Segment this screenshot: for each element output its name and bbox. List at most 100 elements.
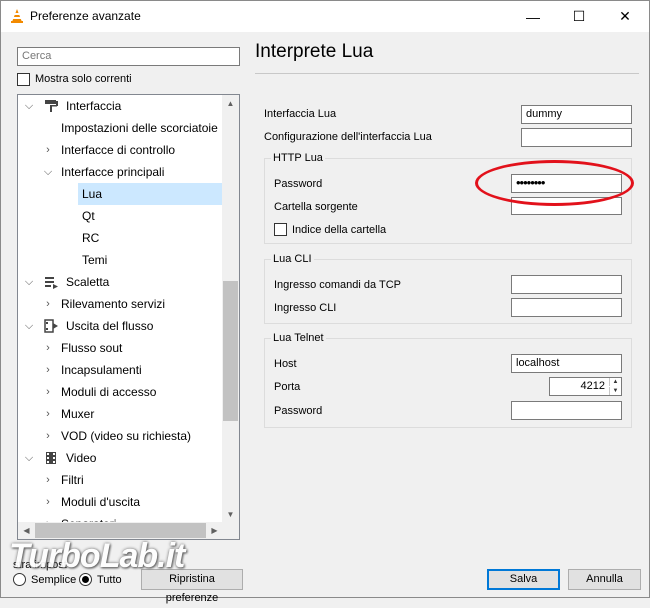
tree-item-shortcuts[interactable]: Impostazioni delle scorciatoie xyxy=(18,117,223,139)
video-film-icon xyxy=(46,452,56,464)
source-dir-label: Cartella sorgente xyxy=(274,201,358,213)
lua-cli-group-title: Lua CLI xyxy=(271,253,314,265)
lua-telnet-group-title: Lua Telnet xyxy=(271,332,326,344)
paint-roller-icon xyxy=(45,100,58,112)
window-title: Preferenze avanzate xyxy=(30,9,141,23)
title-divider xyxy=(255,73,639,74)
tree-item-label: Moduli d'uscita xyxy=(61,495,140,509)
chevron-right-icon[interactable]: › xyxy=(42,469,54,491)
tree-item-label: Scaletta xyxy=(66,275,110,289)
scrollbar-thumb[interactable] xyxy=(35,523,207,538)
chevron-down-icon[interactable]: ⌵ xyxy=(23,95,35,117)
chevron-right-icon[interactable]: › xyxy=(42,381,54,403)
chevron-down-icon[interactable]: ⌵ xyxy=(23,447,35,469)
show-current-checkbox[interactable] xyxy=(17,73,30,86)
tcp-input-label: Ingresso comandi da TCP xyxy=(274,279,401,291)
cancel-button[interactable]: Annulla xyxy=(568,569,641,590)
spin-up-icon[interactable]: ▲ xyxy=(609,378,621,386)
tree-item-muxers[interactable]: › Incapsulamenti xyxy=(18,359,223,381)
tree-item-label: Lua xyxy=(82,187,103,201)
close-icon: ✕ xyxy=(619,8,631,24)
tree-item-qt[interactable]: Qt xyxy=(18,205,223,227)
telnet-password-input[interactable] xyxy=(511,401,622,420)
save-button[interactable]: Salva xyxy=(487,569,560,590)
cli-input-field[interactable] xyxy=(511,298,622,317)
tree-item-sout[interactable]: › Flusso sout xyxy=(18,337,223,359)
port-spinbox[interactable]: 4212 ▲ ▼ xyxy=(549,377,622,396)
chevron-right-icon[interactable]: › xyxy=(42,359,54,381)
tree-item-label: Video xyxy=(66,451,97,465)
tree-item-label: Muxer xyxy=(61,407,95,421)
tree-item-label: Moduli di accesso xyxy=(61,385,157,399)
tree-item-label: Interfaccia xyxy=(66,99,122,113)
chevron-down-icon[interactable]: ⌵ xyxy=(23,271,35,293)
tree-vertical-scrollbar[interactable]: ▲ ▼ xyxy=(222,95,239,523)
chevron-right-icon[interactable]: › xyxy=(42,491,54,513)
chevron-right-icon[interactable]: › xyxy=(42,139,54,161)
tcp-input-field[interactable] xyxy=(511,275,622,294)
tree-item-lua[interactable]: Lua xyxy=(78,183,223,205)
host-input[interactable]: localhost xyxy=(511,354,622,373)
dir-index-label: Indice della cartella xyxy=(292,224,387,236)
preferences-window: Preferenze avanzate — ☐ ✕ Cerca Mostra s… xyxy=(0,0,650,604)
tree-item-label: Rilevamento servizi xyxy=(61,297,166,311)
telnet-password-label: Password xyxy=(274,405,323,417)
tree-item-label: Interfacce di controllo xyxy=(61,143,176,157)
scrollbar-thumb[interactable] xyxy=(223,281,238,421)
chevron-down-icon[interactable]: ⌵ xyxy=(23,315,35,337)
dir-index-checkbox[interactable] xyxy=(274,223,287,236)
lua-interface-input[interactable]: dummy xyxy=(521,105,632,124)
tree-item-label: Filtri xyxy=(61,473,84,487)
http-lua-group-title: HTTP Lua xyxy=(271,152,325,164)
tree-item-filters[interactable]: › Filtri xyxy=(18,469,223,491)
scroll-up-icon[interactable]: ▲ xyxy=(222,95,239,112)
show-current-label: Mostra solo correnti xyxy=(35,73,132,85)
tree-item-service-discovery[interactable]: › Rilevamento servizi xyxy=(18,293,223,315)
chevron-right-icon[interactable]: › xyxy=(42,425,54,447)
tree-item-muxer[interactable]: › Muxer xyxy=(18,403,223,425)
close-button[interactable]: ✕ xyxy=(602,1,648,32)
tree-item-scaletta[interactable]: ⌵ Scaletta xyxy=(18,271,223,293)
tree-item-label: Flusso sout xyxy=(61,341,123,355)
tree-item-temi[interactable]: Temi xyxy=(18,249,223,271)
tree-item-stream-output[interactable]: ⌵ Uscita del flusso xyxy=(18,315,223,337)
minimize-button[interactable]: — xyxy=(510,1,556,32)
tree-item-label: Temi xyxy=(82,253,108,267)
tree-item-label: VOD (video su richiesta) xyxy=(61,429,192,443)
tree-item-label: Uscita del flusso xyxy=(66,319,154,333)
tree-item-label: RC xyxy=(82,231,100,245)
tree-item-main-interfaces[interactable]: ⌵ Interfacce principali xyxy=(18,161,223,183)
maximize-button[interactable]: ☐ xyxy=(556,1,602,32)
tree-item-interfaccia[interactable]: ⌵ Interfaccia xyxy=(18,95,223,117)
chevron-right-icon[interactable]: › xyxy=(42,403,54,425)
stream-output-icon xyxy=(44,319,58,333)
search-input[interactable]: Cerca xyxy=(17,47,240,66)
page-title: Interprete Lua xyxy=(255,41,374,62)
host-label: Host xyxy=(274,358,297,370)
chevron-right-icon[interactable]: › xyxy=(42,337,54,359)
tree-item-label: Interfacce principali xyxy=(61,165,165,179)
scroll-down-icon[interactable]: ▼ xyxy=(222,506,239,523)
http-password-label: Password xyxy=(274,178,323,190)
chevron-down-icon[interactable]: ⌵ xyxy=(42,161,54,183)
lua-config-input[interactable] xyxy=(521,128,632,147)
tree-item-video[interactable]: ⌵ Video xyxy=(18,447,223,469)
cli-input-label: Ingresso CLI xyxy=(274,302,337,314)
tree-item-output-modules[interactable]: › Moduli d'uscita xyxy=(18,491,223,513)
tree-item-label: Impostazioni delle scorciatoie xyxy=(61,121,218,135)
tree-item-label: Incapsulamenti xyxy=(61,363,142,377)
lua-config-label: Configurazione dell'interfaccia Lua xyxy=(264,131,432,143)
maximize-icon: ☐ xyxy=(572,8,586,24)
spin-down-icon[interactable]: ▼ xyxy=(609,387,621,395)
tree-item-access-modules[interactable]: › Moduli di accesso xyxy=(18,381,223,403)
scroll-right-icon[interactable]: ▶ xyxy=(206,522,223,539)
tree-item-control-interfaces[interactable]: › Interfacce di controllo xyxy=(18,139,223,161)
port-label: Porta xyxy=(274,381,301,393)
port-value: 4212 xyxy=(580,380,605,392)
chevron-right-icon[interactable]: › xyxy=(42,293,54,315)
tree-item-rc[interactable]: RC xyxy=(18,227,223,249)
tree-item-vod[interactable]: › VOD (video su richiesta) xyxy=(18,425,223,447)
title-bar: Preferenze avanzate — ☐ ✕ xyxy=(1,1,649,32)
lua-interface-label: Interfaccia Lua xyxy=(264,108,337,120)
tree-item-label: Qt xyxy=(82,209,95,223)
